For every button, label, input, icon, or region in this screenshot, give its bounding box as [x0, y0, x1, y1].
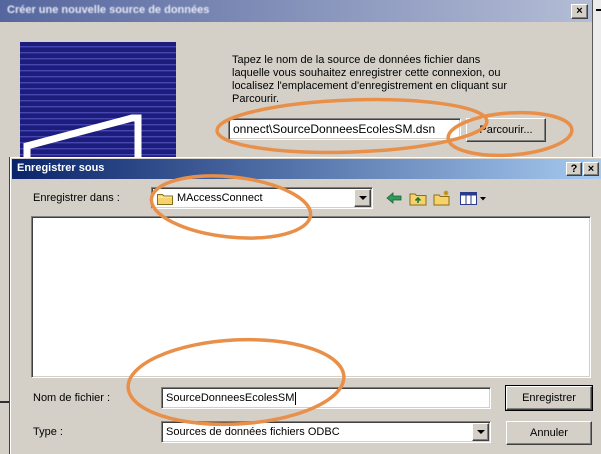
back-button[interactable] — [383, 188, 405, 208]
save-as-close-button[interactable]: × — [583, 162, 599, 176]
type-combobox[interactable]: Sources de données fichiers ODBC — [161, 421, 491, 443]
background-window-edge — [592, 0, 601, 157]
type-label: Type : — [33, 426, 63, 438]
back-arrow-icon — [386, 192, 402, 204]
help-icon: ? — [570, 162, 578, 175]
save-in-dropdown-button[interactable] — [354, 189, 371, 207]
instructions-line: Parcourir. — [232, 93, 280, 105]
instructions-line: Tapez le nom de la source de données fic… — [232, 54, 481, 66]
back-dialog-title: Créer une nouvelle source de données — [7, 4, 210, 16]
browse-button[interactable]: Parcourir... — [466, 118, 546, 142]
filename-input[interactable]: SourceDonneesEcolesSM — [161, 387, 491, 409]
chevron-down-icon — [358, 196, 367, 200]
cancel-button[interactable]: Annuler — [506, 421, 592, 445]
instructions-line: laquelle vous souhaitez enregistrer cett… — [232, 67, 501, 79]
back-dialog-divider — [0, 401, 9, 403]
text-caret — [295, 391, 297, 405]
back-dialog-title-bar[interactable]: Créer une nouvelle source de données × — [0, 0, 592, 22]
type-dropdown-button[interactable] — [472, 423, 489, 441]
save-in-label: Enregistrer dans : — [33, 192, 120, 204]
minimize-icon — [596, 9, 601, 11]
dsn-path-value: onnect\SourceDonneesEcolesSM.dsn — [233, 122, 436, 136]
save-in-combobox[interactable]: MAccessConnect — [151, 187, 373, 209]
help-button[interactable]: ? — [566, 162, 582, 176]
new-folder-button[interactable] — [431, 188, 453, 208]
view-menu-button[interactable] — [457, 188, 491, 208]
file-list[interactable] — [31, 216, 591, 378]
dsn-path-input[interactable]: onnect\SourceDonneesEcolesSM.dsn — [228, 118, 461, 140]
save-as-dialog: Enregistrer sous ? × Enregistrer dans : … — [10, 157, 601, 454]
filename-value: SourceDonneesEcolesSM — [166, 392, 295, 404]
type-value: Sources de données fichiers ODBC — [166, 426, 340, 438]
filename-field-content: SourceDonneesEcolesSM — [166, 388, 297, 408]
close-icon: × — [587, 162, 595, 175]
view-menu-icon — [460, 192, 486, 205]
save-as-title: Enregistrer sous — [17, 162, 105, 174]
back-dialog-close-button[interactable]: × — [571, 4, 588, 19]
up-one-level-button[interactable] — [407, 188, 429, 208]
instructions-line: localisez l'emplacement d'enregistrement… — [232, 80, 508, 92]
save-in-value: MAccessConnect — [177, 192, 263, 204]
new-folder-icon — [433, 190, 450, 206]
chevron-down-icon — [476, 430, 485, 434]
up-folder-icon — [409, 193, 427, 206]
wizard-illustration — [20, 42, 176, 158]
filename-label: Nom de fichier : — [33, 392, 111, 404]
instructions-text: Tapez le nom de la source de données fic… — [232, 54, 507, 106]
save-button[interactable]: Enregistrer — [505, 385, 593, 411]
folder-icon — [157, 194, 173, 205]
close-icon: × — [576, 5, 583, 17]
save-as-title-bar[interactable]: Enregistrer sous ? × — [12, 159, 601, 179]
